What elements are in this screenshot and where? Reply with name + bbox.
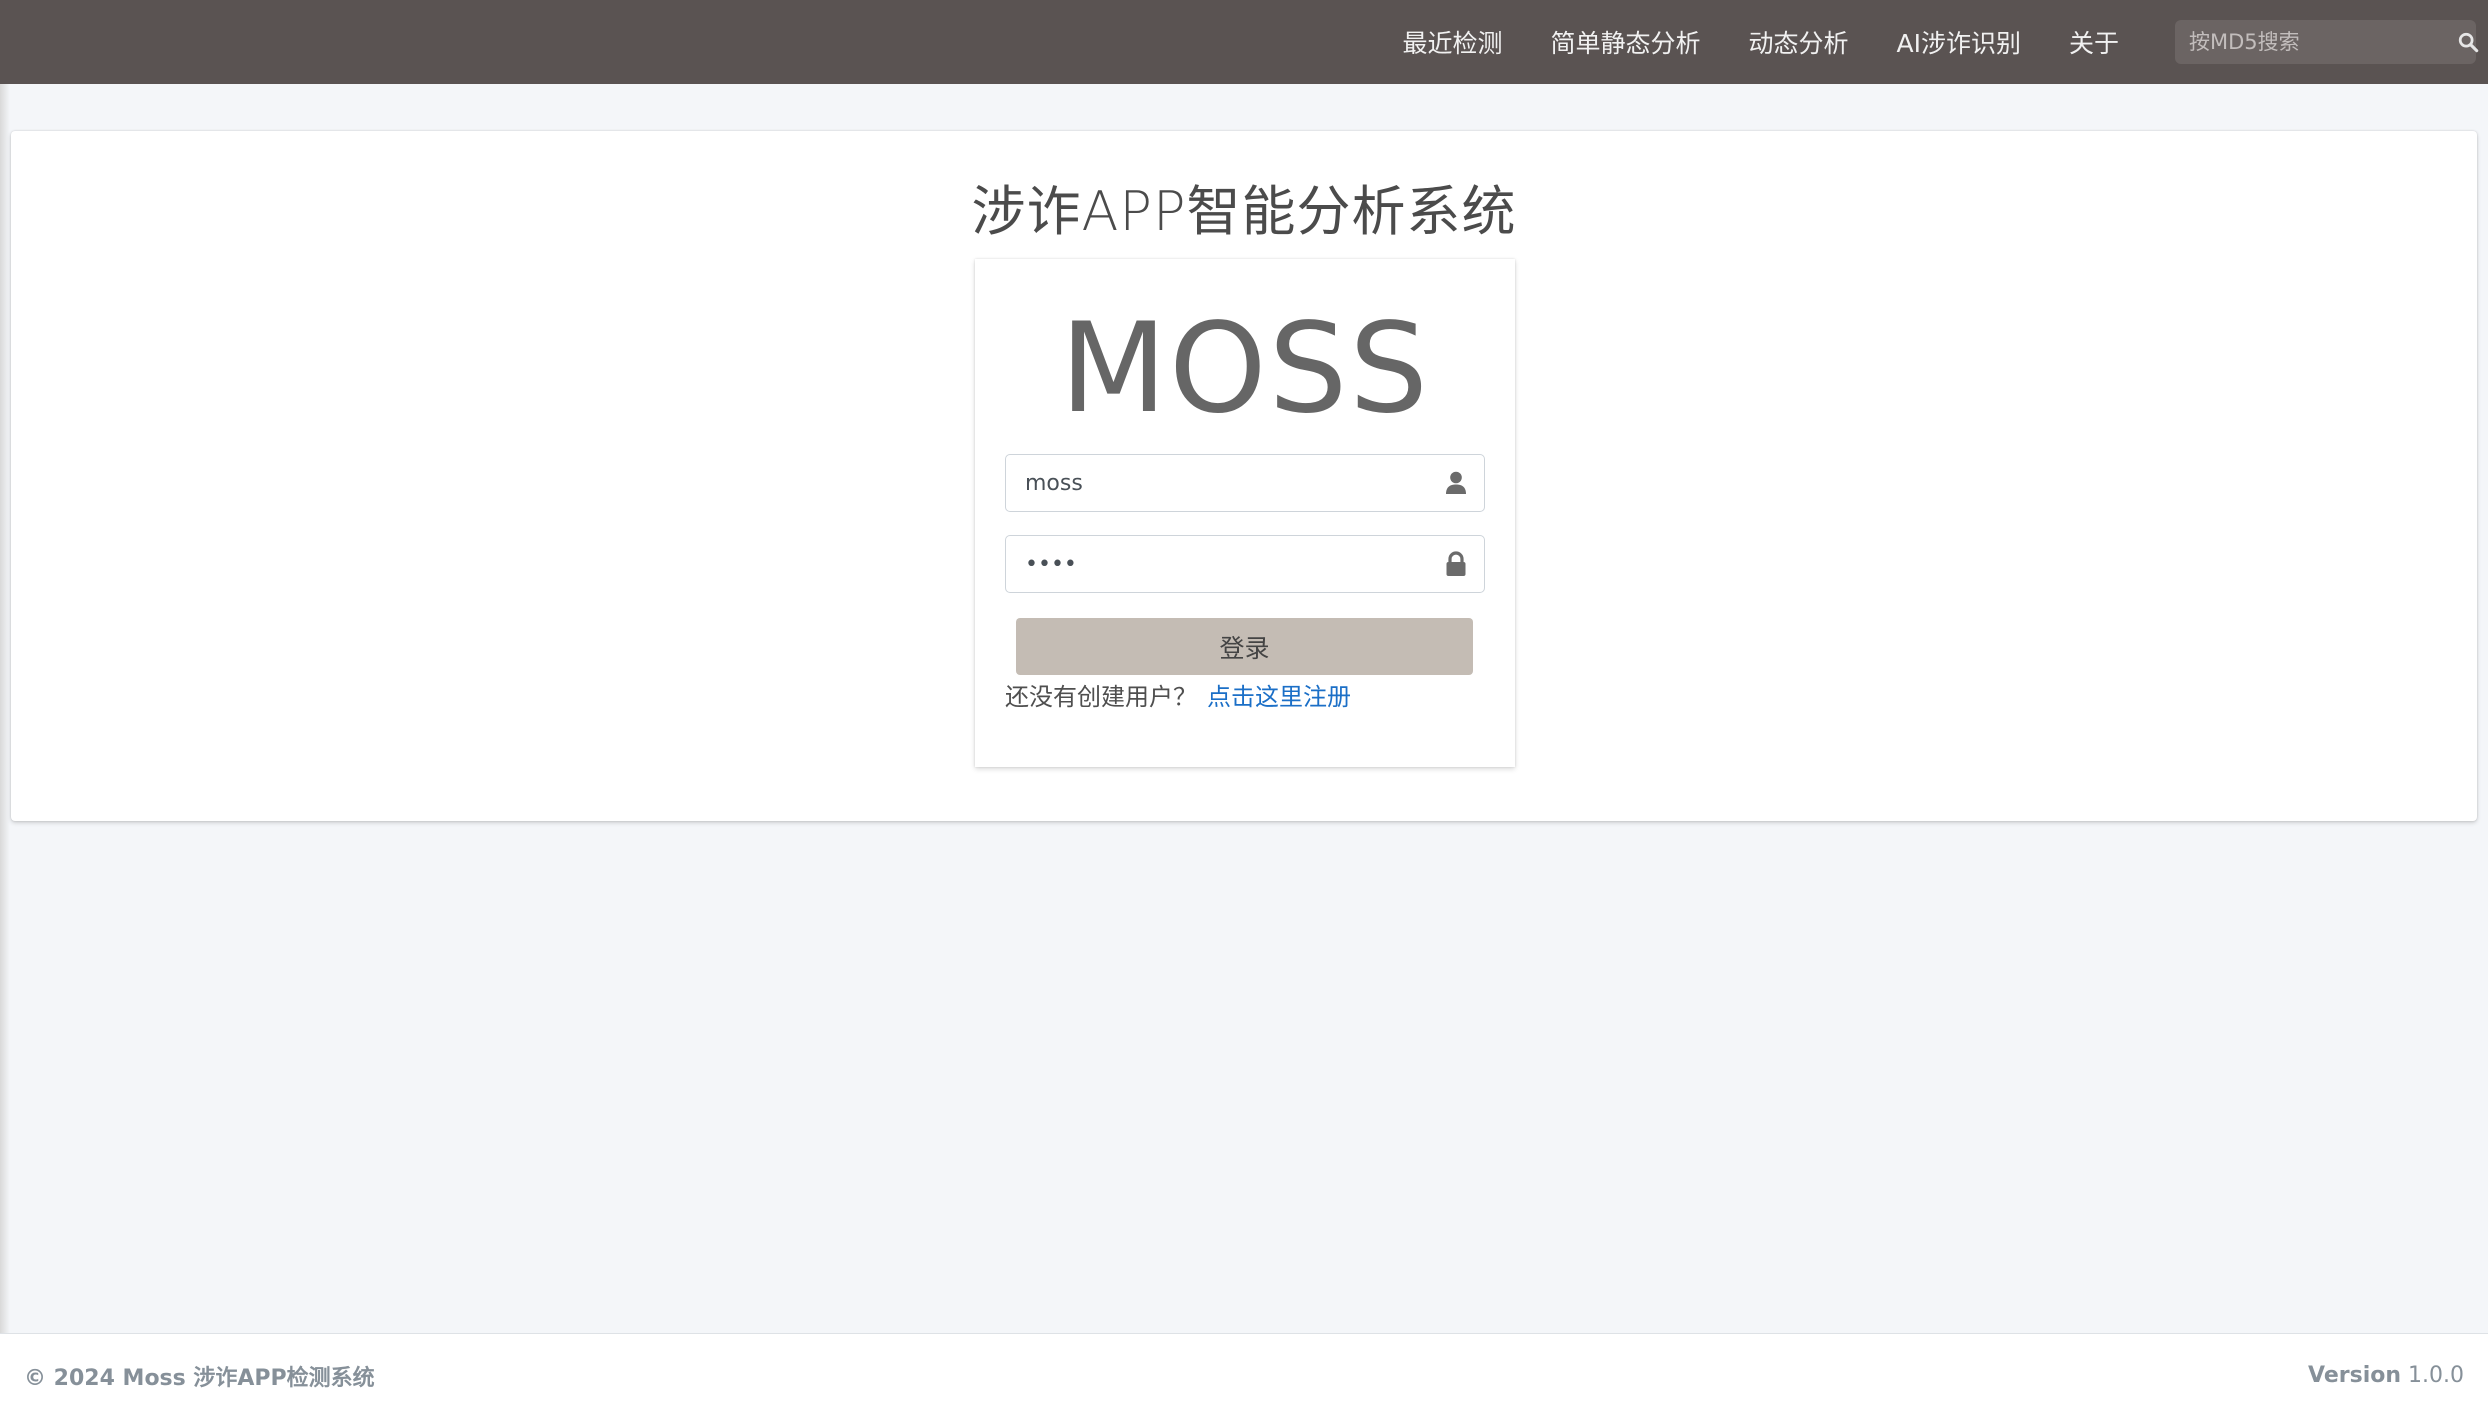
search-input[interactable]: [2175, 20, 2457, 64]
register-link[interactable]: 点击这里注册: [1207, 683, 1351, 711]
login-box: MOSS 登录 还没有创建用户？ 点击这里注册: [975, 259, 1515, 767]
main-card: 涉诈APP智能分析系统 MOSS 登录 还没有创建用户？点击这: [11, 131, 2477, 821]
username-group: [1005, 454, 1485, 512]
username-input[interactable]: [1006, 455, 1428, 511]
footer-version: Version 1.0.0: [2308, 1363, 2464, 1388]
nav-link-recent[interactable]: 最近检测: [1378, 24, 1526, 60]
version-label: Version: [2308, 1363, 2402, 1388]
search-box: [2175, 20, 2479, 64]
search-icon: [2458, 32, 2479, 53]
lock-icon: [1428, 536, 1484, 592]
left-edge-shadow: [0, 84, 10, 1334]
password-group: [1005, 535, 1485, 593]
password-input[interactable]: [1006, 536, 1428, 592]
page-title: 涉诈APP智能分析系统: [971, 180, 1517, 243]
footer-copyright: © 2024 Moss 涉诈APP检测系统: [24, 1365, 375, 1391]
register-prompt: 还没有创建用户？: [1005, 683, 1197, 711]
register-line: 还没有创建用户？ 点击这里注册: [1005, 677, 1351, 712]
search-button[interactable]: [2457, 20, 2479, 64]
nav-link-ai-fraud[interactable]: AI涉诈识别: [1873, 24, 2045, 60]
footer: © 2024 Moss 涉诈APP检测系统 Version 1.0.0: [0, 1333, 2488, 1417]
version-number: 1.0.0: [2408, 1363, 2464, 1388]
nav-link-dynamic-analysis[interactable]: 动态分析: [1724, 24, 1872, 60]
login-button[interactable]: 登录: [1016, 618, 1473, 675]
nav-link-static-analysis[interactable]: 简单静态分析: [1526, 24, 1724, 60]
logo: MOSS: [1059, 297, 1430, 441]
top-navbar: 最近检测 简单静态分析 动态分析 AI涉诈识别 关于: [0, 0, 2488, 84]
nav-link-about[interactable]: 关于: [2045, 24, 2143, 60]
user-icon: [1428, 455, 1484, 511]
nav-menu: 最近检测 简单静态分析 动态分析 AI涉诈识别 关于: [1378, 0, 2143, 84]
